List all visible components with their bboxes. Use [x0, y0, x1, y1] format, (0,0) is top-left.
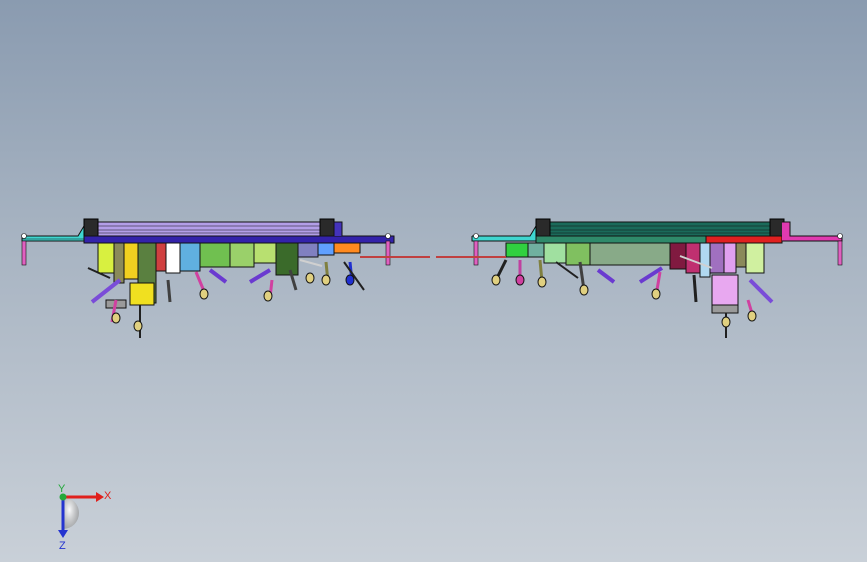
y-axis-label: Y	[58, 483, 66, 495]
cad-model-scene[interactable]	[0, 0, 867, 562]
left-lower-bar	[83, 235, 395, 244]
left-end-arm	[333, 221, 343, 236]
left-base-plate	[21, 219, 93, 242]
left-top-rail	[95, 221, 335, 237]
right-lower-bar-red	[705, 235, 783, 244]
cad-viewport[interactable]: X Y Z	[0, 0, 867, 562]
z-arrowhead-icon	[58, 530, 68, 538]
triad-sphere	[63, 497, 79, 529]
z-axis-label: Z	[59, 540, 66, 550]
left-clamp-stack	[97, 242, 361, 309]
right-base-plate	[471, 219, 545, 242]
x-axis-label: X	[104, 490, 112, 502]
right-end-arm	[782, 221, 843, 242]
right-lower-bar-green	[535, 235, 707, 244]
right-top-rail	[547, 221, 773, 237]
fixture-left[interactable]	[21, 218, 431, 338]
axis-triad: X Y Z	[58, 483, 112, 550]
x-arrowhead-icon	[96, 492, 104, 502]
fixture-right[interactable]	[436, 218, 843, 338]
